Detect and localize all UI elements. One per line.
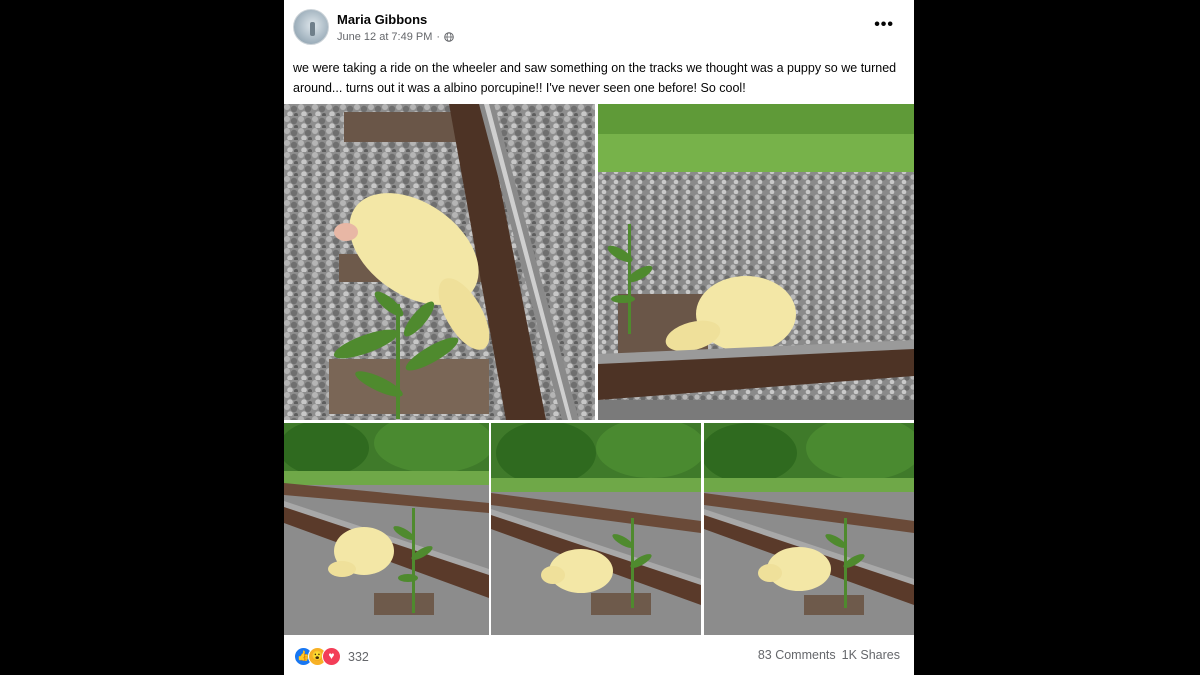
photo-2[interactable] <box>598 104 914 420</box>
photo-grid <box>284 104 914 635</box>
meta-separator: · <box>436 31 441 43</box>
love-icon: ♥ <box>322 647 341 666</box>
comments-count[interactable]: 83 Comments <box>758 648 836 662</box>
photo-1[interactable] <box>284 104 595 420</box>
engagement-stats: 83 Comments 1K Shares <box>758 648 900 662</box>
post-text: we were taking a ride on the wheeler and… <box>293 61 897 95</box>
globe-icon <box>444 32 454 42</box>
reaction-count[interactable]: 332 <box>348 650 369 664</box>
more-options-button[interactable]: ••• <box>874 16 894 34</box>
shares-count[interactable]: 1K Shares <box>842 648 900 662</box>
photo-4[interactable] <box>491 423 701 635</box>
post-meta: June 12 at 7:49 PM · <box>337 31 454 43</box>
timestamp[interactable]: June 12 at 7:49 PM <box>337 31 432 43</box>
facebook-post: Maria Gibbons June 12 at 7:49 PM · ••• w… <box>284 0 914 675</box>
reactions-summary[interactable]: 👍 😮 ♥ 332 <box>294 647 369 666</box>
photo-3[interactable] <box>284 423 489 635</box>
author-name[interactable]: Maria Gibbons <box>337 12 427 27</box>
avatar[interactable] <box>293 9 329 45</box>
post-footer: 👍 😮 ♥ 332 83 Comments 1K Shares <box>284 636 914 675</box>
photo-5[interactable] <box>704 423 914 635</box>
